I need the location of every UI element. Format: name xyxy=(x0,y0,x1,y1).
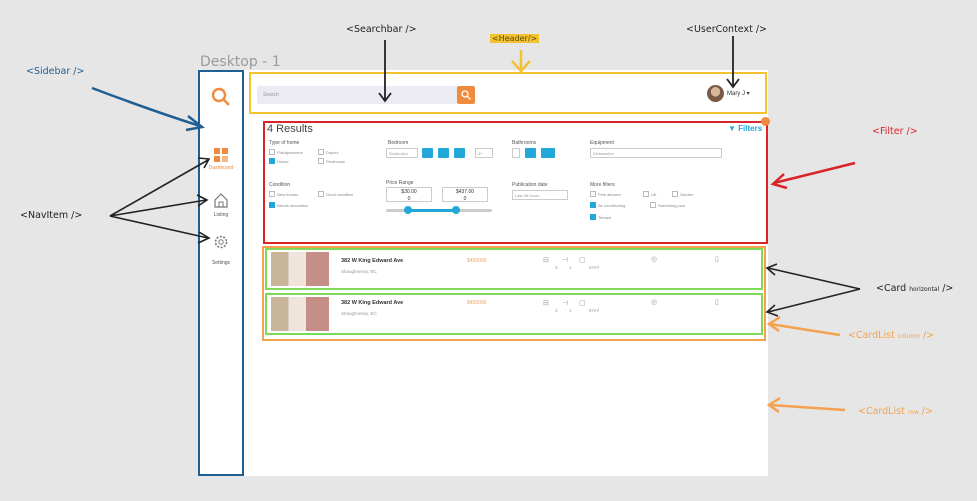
annotation-card: <Card horizontal /> xyxy=(876,283,954,294)
annotation-sidebar: <Sidebar /> xyxy=(26,66,85,77)
annotation-nav-item: <NavItem /> xyxy=(20,210,83,221)
annotation-arrows xyxy=(91,36,861,414)
annotation-searchbar: <Searchbar /> xyxy=(346,24,417,35)
cardlist-column-arrow xyxy=(769,322,841,337)
annotation-header: <Header/> xyxy=(490,34,540,43)
sidebar-arrow xyxy=(91,86,201,128)
annotation-user-context: <UserContext /> xyxy=(686,24,768,35)
filter-arrow xyxy=(773,161,856,185)
card-arrow xyxy=(767,267,861,290)
cardlist-row-arrow xyxy=(769,403,846,412)
annotation-cardlist-row: <CardList row /> xyxy=(858,406,933,417)
annotation-filter: <Filter /> xyxy=(872,126,918,137)
card-arrow xyxy=(767,288,861,313)
annotation-cardlist-column: <CardList column /> xyxy=(848,330,935,341)
nav-item-arrow xyxy=(109,215,209,239)
